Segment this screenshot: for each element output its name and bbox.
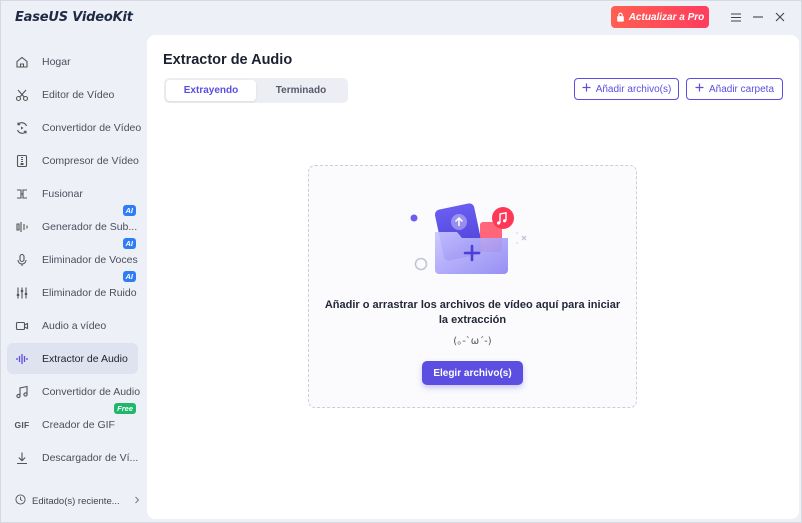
sidebar-item-compresor-video[interactable]: Compresor de Vídeo xyxy=(7,145,139,176)
home-icon xyxy=(15,55,29,69)
clock-icon xyxy=(15,494,26,508)
add-folder-label: Añadir carpeta xyxy=(708,83,775,95)
add-file-button[interactable]: Añadir archivo(s) xyxy=(574,78,679,100)
download-icon xyxy=(15,451,29,465)
sidebar-item-creador-gif[interactable]: GIF Creador de GIF Free xyxy=(7,403,138,440)
equalizer-icon xyxy=(15,286,29,300)
sidebar-item-label: Audio a vídeo xyxy=(42,319,107,332)
tab-terminado[interactable]: Terminado xyxy=(256,80,346,101)
sidebar-item-label: Generador de Sub... xyxy=(42,220,138,233)
sidebar-item-editor-video[interactable]: Editor de Vídeo xyxy=(7,79,138,110)
sidebar-item-convertidor-video[interactable]: Convertidor de Vídeo xyxy=(7,112,142,143)
recent-edits[interactable]: Editado(s) reciente... xyxy=(15,494,140,508)
sidebar-item-label: Convertidor de Vídeo xyxy=(42,121,142,134)
folder-illustration-icon xyxy=(410,203,527,274)
upgrade-label: Actualizar a Pro xyxy=(628,11,705,23)
recent-label: Editado(s) reciente... xyxy=(32,495,120,507)
drop-zone[interactable]: Añadir o arrastrar los archivos de vídeo… xyxy=(308,165,637,408)
gif-icon: GIF xyxy=(14,419,30,430)
convert-icon xyxy=(15,121,29,135)
ai-badge: AI xyxy=(122,238,136,249)
subtitle-icon xyxy=(15,220,29,234)
sidebar-item-label: Creador de GIF xyxy=(42,418,115,431)
chevron-right-icon xyxy=(134,496,140,507)
sidebar-item-hogar[interactable]: Hogar xyxy=(7,46,138,77)
merge-icon xyxy=(15,187,29,201)
sidebar-item-label: Eliminador de Ruido xyxy=(42,286,137,299)
upgrade-button[interactable]: Actualizar a Pro xyxy=(611,6,709,28)
music-note-icon xyxy=(15,385,29,399)
sidebar-item-fusionar[interactable]: Fusionar xyxy=(7,178,138,209)
waveform-icon xyxy=(15,352,29,366)
sidebar-item-label: Descargador de Ví... xyxy=(42,451,139,464)
compress-icon xyxy=(15,154,29,168)
drop-instructions: Añadir o arrastrar los archivos de vídeo… xyxy=(324,299,621,326)
microphone-icon xyxy=(15,253,29,267)
lock-icon xyxy=(616,12,625,22)
free-badge: Free xyxy=(114,403,136,414)
sidebar-item-label: Hogar xyxy=(42,55,71,68)
sidebar-item-label: Extractor de Audio xyxy=(42,352,128,365)
sidebar-item-eliminador-voces[interactable]: Eliminador de Voces AI xyxy=(7,238,138,275)
tab-extrayendo[interactable]: Extrayendo xyxy=(166,80,256,101)
sidebar-item-extractor-audio[interactable]: Extractor de Audio xyxy=(7,343,138,374)
menu-icon[interactable] xyxy=(729,9,743,25)
sidebar-item-label: Fusionar xyxy=(42,187,83,200)
ai-badge: AI xyxy=(122,271,136,282)
sidebar-item-eliminador-ruido[interactable]: Eliminador de Ruido AI xyxy=(7,271,138,308)
sidebar: Hogar Editor de Vídeo Convertidor de Víd… xyxy=(1,45,147,523)
plus-icon xyxy=(582,83,591,95)
sidebar-item-audio-a-video[interactable]: Audio a vídeo xyxy=(7,310,138,341)
sidebar-item-label: Eliminador de Voces xyxy=(42,253,138,266)
ai-badge: AI xyxy=(122,205,136,216)
sidebar-item-label: Compresor de Vídeo xyxy=(42,154,139,167)
sidebar-item-label: Editor de Vídeo xyxy=(42,88,115,101)
plus-icon xyxy=(695,83,704,95)
main-panel: Extractor de Audio Extrayendo Terminado … xyxy=(147,35,799,519)
page-title: Extractor de Audio xyxy=(163,52,293,68)
add-file-label: Añadir archivo(s) xyxy=(595,83,672,95)
kaomoji: (｡-`ω´-) xyxy=(453,336,492,347)
video-camera-icon xyxy=(15,319,29,333)
close-icon[interactable] xyxy=(773,9,787,25)
choose-files-button[interactable]: Elegir archivo(s) xyxy=(422,361,523,385)
tab-bar: Extrayendo Terminado xyxy=(164,78,348,103)
title-bar: EaseUS VideoKit Actualizar a Pro xyxy=(1,1,801,35)
scissors-icon xyxy=(15,88,29,102)
app-logo: EaseUS VideoKit xyxy=(15,10,133,25)
add-folder-button[interactable]: Añadir carpeta xyxy=(686,78,783,100)
minimize-icon[interactable] xyxy=(751,9,765,25)
sidebar-item-descargador-video[interactable]: Descargador de Ví... xyxy=(7,442,138,473)
sidebar-item-label: Convertidor de Audio xyxy=(42,385,141,398)
sidebar-item-generador-subtitulos[interactable]: Generador de Sub... AI xyxy=(7,205,138,242)
